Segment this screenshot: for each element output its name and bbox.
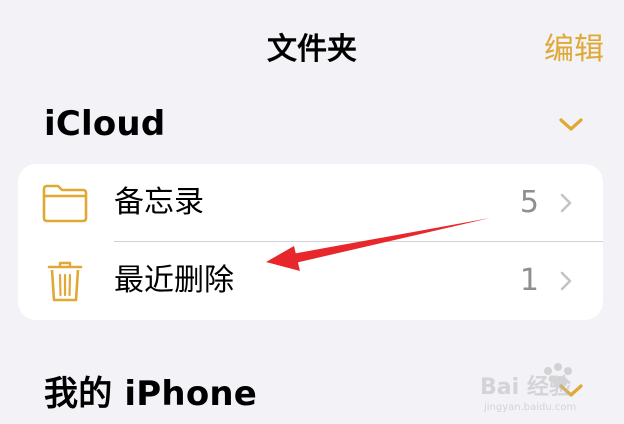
- page-title: 文件夹: [267, 32, 357, 67]
- folder-label: 最近删除: [114, 263, 234, 298]
- chevron-right-icon: [560, 271, 572, 291]
- section-title-icloud: iCloud: [44, 104, 166, 144]
- watermark-url: jingyan.baidu.com: [483, 402, 576, 413]
- trash-icon: [47, 261, 83, 302]
- note-count: 1: [519, 263, 539, 298]
- note-count: 5: [519, 185, 539, 220]
- baidu-jingyan-watermark: Bai 经验 jingyan.baidu.com: [480, 363, 576, 413]
- edit-button[interactable]: 编辑: [544, 28, 604, 72]
- folder-label: 备忘录: [114, 185, 204, 220]
- chevron-down-icon[interactable]: [558, 114, 584, 134]
- section-header-icloud[interactable]: iCloud: [44, 100, 584, 148]
- watermark-brand: Bai 经验: [480, 374, 571, 400]
- folder-icon: [42, 184, 88, 223]
- icloud-folder-list: 备忘录 5 最近删除 1: [18, 164, 603, 320]
- section-title-my-iphone: 我的 iPhone: [44, 373, 258, 414]
- chevron-right-icon: [560, 193, 572, 213]
- folder-row-notes[interactable]: 备忘录 5: [18, 164, 603, 242]
- folder-row-recently-deleted[interactable]: 最近删除 1: [18, 242, 603, 320]
